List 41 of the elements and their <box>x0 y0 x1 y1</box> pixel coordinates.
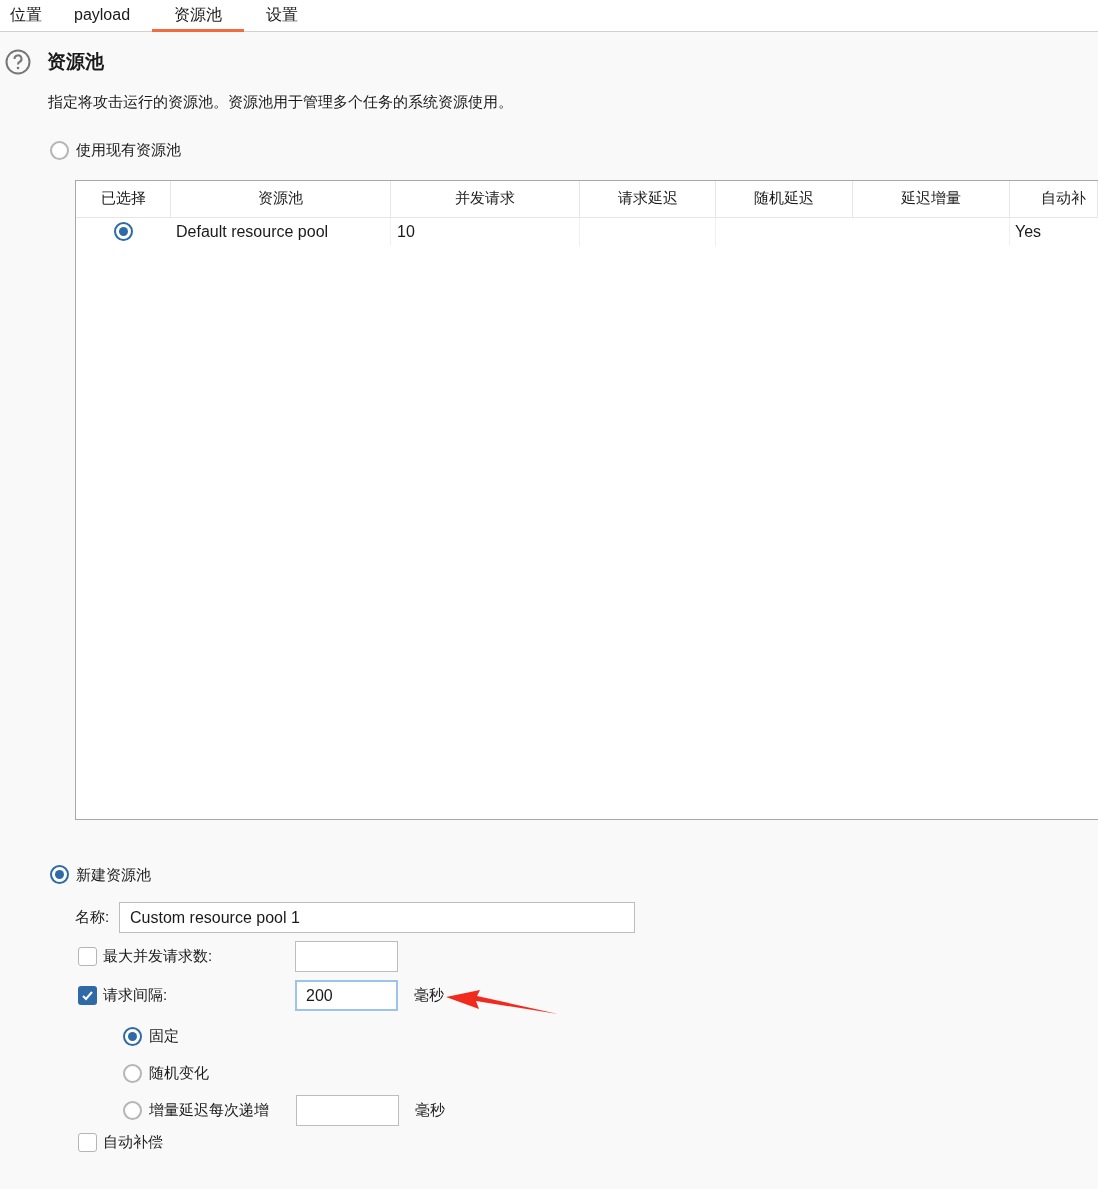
checkbox[interactable] <box>78 986 97 1005</box>
radio-button[interactable] <box>114 222 133 241</box>
column-header[interactable]: 延迟增量 <box>853 180 1010 217</box>
table-cell-text: Default resource pool <box>176 221 329 242</box>
check-icon <box>81 989 94 1002</box>
tab[interactable]: 位置 <box>0 0 52 32</box>
checkbox-label: 最大并发请求数: <box>103 946 213 967</box>
column-header[interactable]: 请求延迟 <box>580 180 716 217</box>
radio-button[interactable] <box>50 140 69 160</box>
checkbox-label: 请求间隔: <box>103 985 168 1006</box>
name-field[interactable]: Custom resource pool 1 <box>119 902 635 933</box>
radio-button[interactable] <box>123 1026 142 1046</box>
table-cell: Yes <box>1015 222 1042 240</box>
radio-label: 使用现有资源池 <box>76 140 181 160</box>
radio-label: 固定 <box>149 1025 179 1046</box>
section-description: 指定将攻击运行的资源池。资源池用于管理多个任务的系统资源使用。 <box>48 91 514 112</box>
radio-label: 新建资源池 <box>76 864 151 885</box>
tab[interactable]: 设置 <box>256 0 309 32</box>
radio-button[interactable] <box>50 865 69 885</box>
column-header[interactable]: 已选择 <box>76 180 171 217</box>
column-header[interactable]: 资源池 <box>171 180 391 217</box>
input-field[interactable] <box>295 941 398 972</box>
radio-button[interactable] <box>123 1100 142 1120</box>
checkbox[interactable] <box>78 1132 97 1152</box>
column-header[interactable]: 随机延迟 <box>716 180 853 217</box>
column-header[interactable]: 自动补 <box>1010 180 1098 217</box>
input-field[interactable] <box>296 1094 399 1126</box>
tab[interactable]: payload <box>64 0 141 32</box>
radio-label: 增量延迟每次递增 <box>149 1099 269 1120</box>
checkbox[interactable] <box>78 947 97 966</box>
radio-label: 随机变化 <box>149 1062 209 1083</box>
help-icon[interactable] <box>5 49 31 76</box>
unit-label: 毫秒 <box>415 1099 445 1120</box>
section-title: 资源池 <box>47 50 104 74</box>
interval-field[interactable]: 200 <box>295 980 398 1011</box>
column-header[interactable]: 并发请求 <box>391 180 580 217</box>
table-cell-text: 10 <box>397 221 415 242</box>
checkbox-label: 自动补偿 <box>103 1132 163 1152</box>
radio-button[interactable] <box>123 1063 142 1083</box>
tab[interactable]: 资源池 <box>152 0 245 32</box>
field-label: 名称: <box>75 907 111 928</box>
